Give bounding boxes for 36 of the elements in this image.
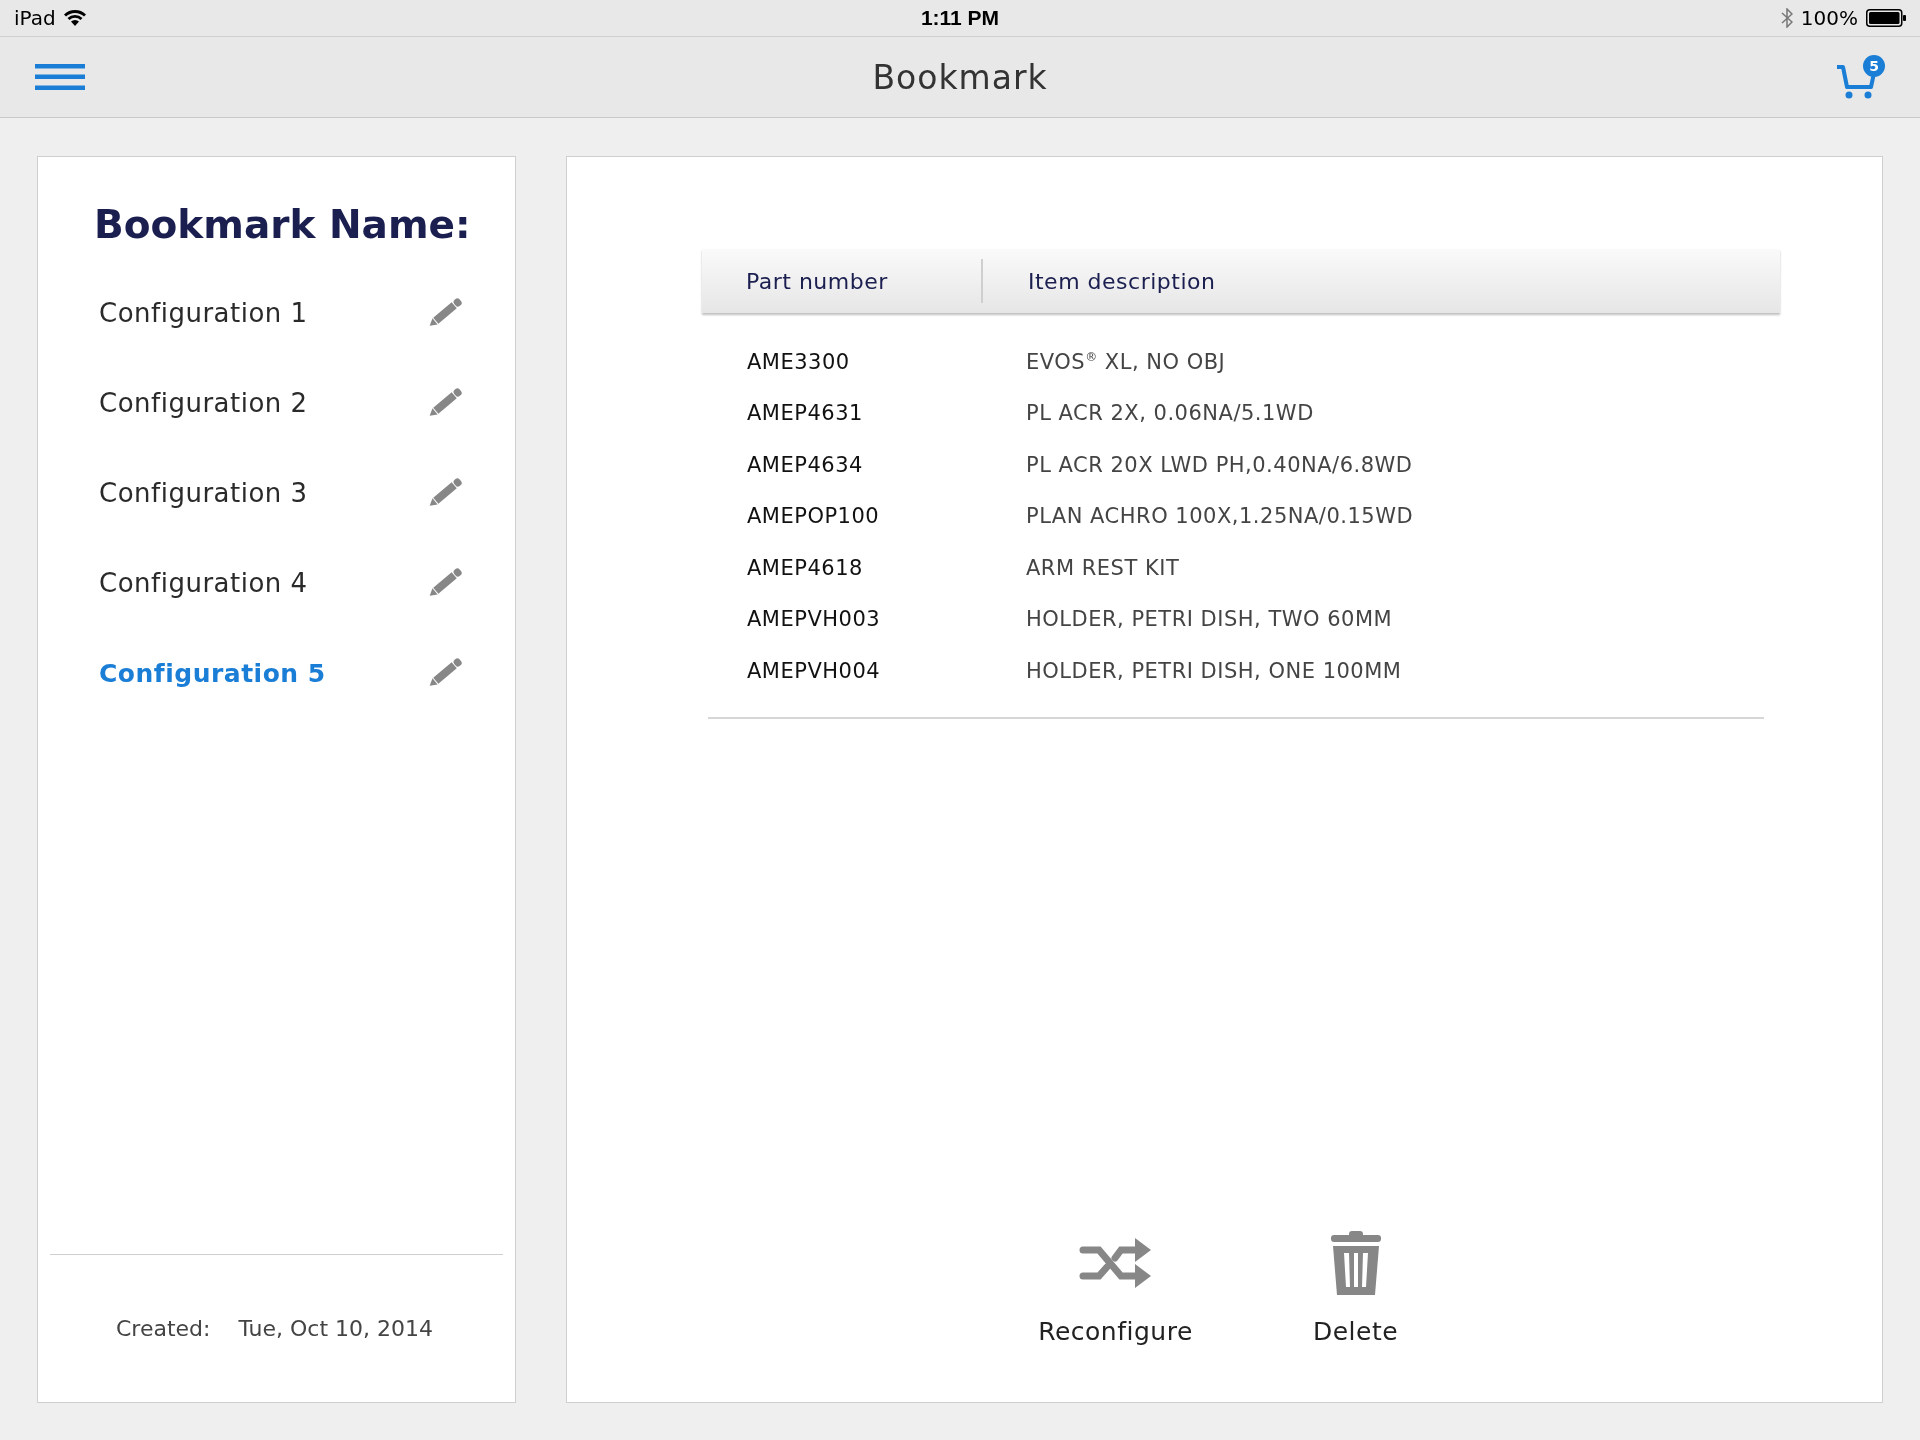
bookmark-item[interactable]: Configuration 1 [99,298,308,328]
part-number-cell-text: AMEPOP100 [746,504,881,529]
part-number-cell-text: AMEPVH004 [746,658,882,683]
part-number-cell-text: AMEP4631 [746,401,864,426]
wifi-icon [63,10,86,26]
created-date: Tue, Oct 10, 2014 [238,1316,434,1341]
cart-count-badge: 5 [1863,55,1885,77]
trash-icon [1330,1231,1381,1295]
page-title: Bookmark [872,57,1048,97]
part-number-cell-text: AMEP4634 [746,452,864,477]
description-cell-text: PL ACR 20X LWD PH,0.40NA/6.8WD [1025,452,1413,477]
part-number-cell-text: AMEPVH003 [746,607,882,632]
column-header: Item description [1027,267,1216,296]
battery-percent: 100% [1800,6,1858,30]
section-heading: Bookmark Name: [94,201,472,249]
delete-button[interactable]: Delete [1265,1231,1446,1346]
bookmark-item[interactable]: Configuration 4 [99,568,308,598]
menu-icon[interactable] [35,64,85,90]
column-header: Part number [702,259,983,303]
description-cell-text: ARM REST KIT [1025,555,1180,580]
created-label: Created: [116,1316,211,1341]
bookmark-item[interactable]: Configuration 5 [99,658,326,688]
part-number-cell-text: AME3300 [746,349,851,374]
status-time: 1:11 PM [920,6,1000,30]
device-name: iPad [14,6,56,30]
description-cell-text: HOLDER, PETRI DISH, TWO 60MM [1025,607,1393,632]
part-number-cell-text: AMEP4618 [746,555,864,580]
bluetooth-icon [1780,8,1793,28]
battery-icon [1866,9,1906,27]
reconfigure-button[interactable]: Reconfigure [1025,1231,1206,1346]
description-cell-text: EVOS$^{®}$ XL, NO OBJ [1025,349,1226,374]
bookmark-item[interactable]: Configuration 3 [99,478,308,508]
bookmark-item[interactable]: Configuration 2 [99,388,308,418]
description-cell-text: PL ACR 2X, 0.06NA/5.1WD [1025,401,1314,426]
description-cell-text: HOLDER, PETRI DISH, ONE 100MM [1025,658,1402,683]
description-cell-text: PLAN ACHRO 100X,1.25NA/0.15WD [1025,504,1414,529]
